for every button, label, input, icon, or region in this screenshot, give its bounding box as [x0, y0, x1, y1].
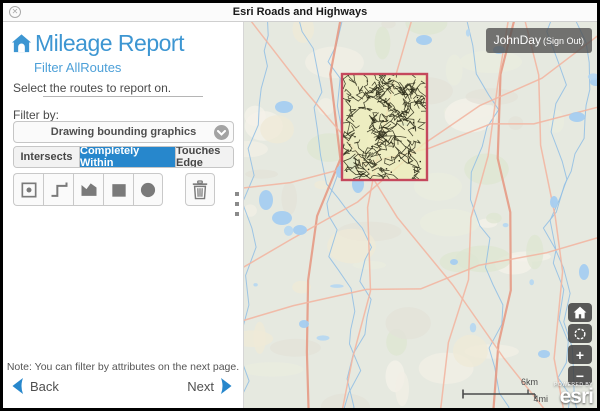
- locate-button[interactable]: [568, 324, 592, 343]
- draw-circle-tool[interactable]: [133, 173, 163, 206]
- close-icon[interactable]: ✕: [9, 6, 21, 18]
- home-icon: [11, 33, 32, 54]
- app-window: ✕ Esri Roads and Highways Mileage Report…: [0, 0, 600, 411]
- arrow-left-icon: [11, 377, 25, 395]
- polygon-icon: [79, 180, 99, 200]
- delete-graphics-button[interactable]: [185, 173, 215, 206]
- draw-polyline-tool[interactable]: [43, 173, 73, 206]
- point-icon: [19, 180, 39, 200]
- divider: [43, 96, 203, 97]
- panel-header: Mileage Report: [11, 30, 184, 57]
- filter-allroutes-link[interactable]: Filter AllRoutes: [34, 60, 121, 75]
- user-button[interactable]: JohnDay(Sign Out): [486, 28, 592, 53]
- app-title: Esri Roads and Highways: [3, 3, 597, 21]
- titlebar: ✕ Esri Roads and Highways: [3, 3, 597, 22]
- back-label: Back: [30, 379, 59, 394]
- map-controls: + −: [568, 303, 592, 387]
- polyline-icon: [49, 180, 69, 200]
- scale-mi-label: 4mi: [533, 394, 548, 404]
- basemap[interactable]: [244, 22, 597, 408]
- note-text: Note: You can filter by attributes on th…: [3, 361, 243, 373]
- scale-bar: 6km 4mi: [462, 377, 542, 403]
- mileage-report-panel: Mileage Report Filter AllRoutes Select t…: [3, 22, 244, 408]
- tab-intersects[interactable]: Intersects: [14, 147, 80, 167]
- username-label: JohnDay: [494, 33, 541, 47]
- sign-out-link[interactable]: (Sign Out): [543, 36, 584, 46]
- page-title: Mileage Report: [35, 30, 184, 57]
- esri-brand-label: esri: [560, 385, 593, 408]
- home-extent-icon: [573, 306, 587, 319]
- filter-by-label: Filter by:: [13, 108, 59, 122]
- dropdown-selected-value: Drawing bounding graphics: [51, 126, 196, 138]
- locate-icon: [573, 327, 587, 341]
- rectangle-icon: [109, 180, 129, 200]
- map-view[interactable]: JohnDay(Sign Out) + − 6km: [244, 22, 597, 408]
- back-button[interactable]: Back: [11, 377, 64, 395]
- spatial-relation-tabs: Intersects Completely Within Touches Edg…: [13, 146, 234, 168]
- draw-toolbar: [13, 173, 215, 206]
- tab-completely-within[interactable]: Completely Within: [80, 147, 176, 167]
- zoom-in-button[interactable]: +: [568, 345, 592, 364]
- draw-polygon-tool[interactable]: [73, 173, 103, 206]
- panel-collapse-handle[interactable]: [235, 192, 241, 222]
- next-label: Next: [187, 379, 214, 394]
- tab-touches-edge[interactable]: Touches Edge: [176, 147, 233, 167]
- draw-rectangle-tool[interactable]: [103, 173, 133, 206]
- circle-icon: [138, 180, 158, 200]
- scale-line: [462, 389, 542, 401]
- chevron-down-icon: [214, 125, 229, 140]
- filter-method-dropdown[interactable]: Drawing bounding graphics: [13, 121, 234, 143]
- trash-icon: [191, 180, 209, 200]
- home-extent-button[interactable]: [568, 303, 592, 322]
- instruction-text: Select the routes to report on.: [13, 81, 171, 95]
- draw-point-tool[interactable]: [13, 173, 43, 206]
- arrow-right-icon: [219, 377, 233, 395]
- scale-km-label: 6km: [521, 377, 538, 387]
- next-button[interactable]: Next: [182, 377, 233, 395]
- esri-logo: POWERED BY esri: [554, 383, 593, 407]
